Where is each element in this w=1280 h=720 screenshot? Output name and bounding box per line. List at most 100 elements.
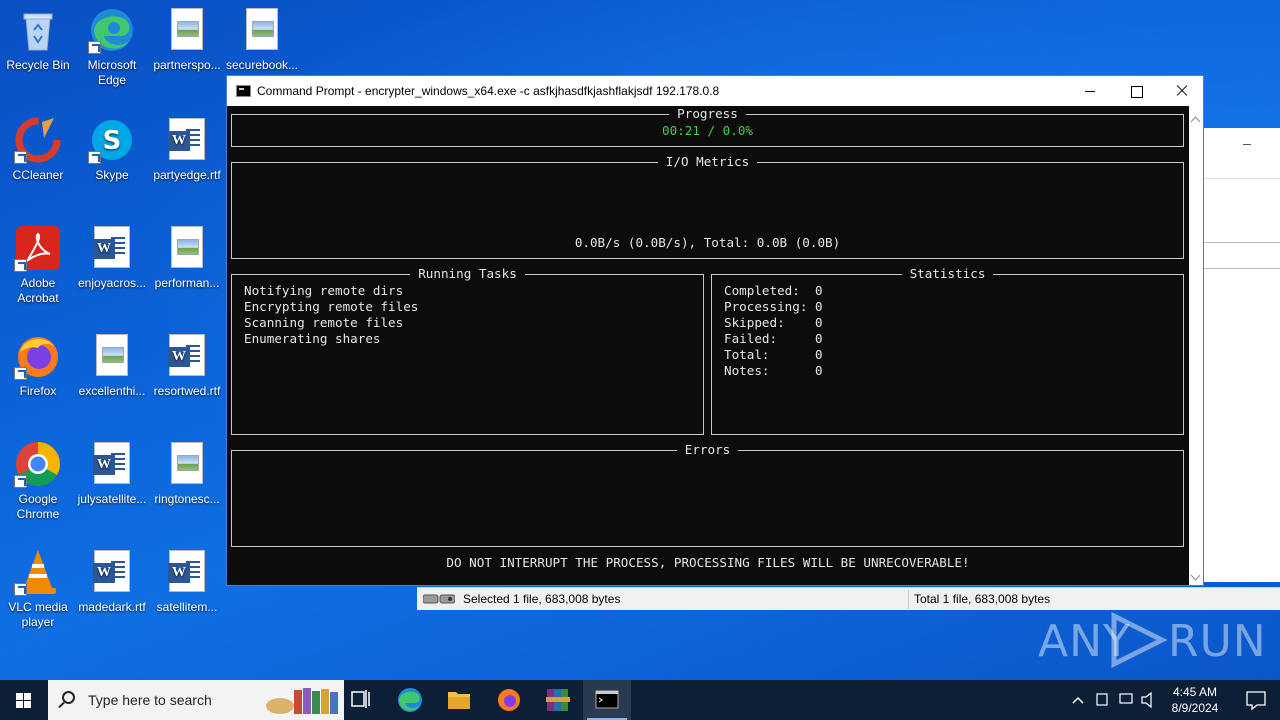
desktop-icon-edge[interactable]: Microsoft Edge	[74, 6, 150, 88]
word-file-icon: W	[163, 548, 211, 596]
desktop-icon-label: Microsoft Edge	[87, 58, 137, 87]
acrobat-icon	[14, 224, 62, 272]
edge-icon	[398, 688, 422, 712]
ccleaner-icon	[14, 116, 62, 164]
chrome-icon	[14, 440, 62, 488]
stat-row: Skipped: 0	[724, 315, 823, 330]
desktop-icon-label: madedark.rtf	[78, 600, 146, 614]
start-button[interactable]	[0, 680, 48, 720]
task-view-button[interactable]	[336, 680, 384, 720]
stats-title: Statistics	[901, 266, 994, 281]
errors-panel: Errors	[231, 442, 1184, 547]
word-file-icon: W	[88, 224, 136, 272]
clock-time: 4:45 AM	[1172, 685, 1218, 699]
desktop-icon-ccleaner[interactable]: CCleaner	[0, 116, 76, 183]
taskbar-file-explorer-button[interactable]	[435, 680, 483, 720]
taskbar-winrar-button[interactable]	[534, 680, 582, 720]
taskbar-search-box[interactable]: Type here to search	[48, 680, 344, 720]
taskbar: Type here to search 4:45 AM 8/9/2024	[0, 680, 1280, 720]
desktop-icon-label: CCleaner	[12, 168, 64, 182]
desktop-icon-satellitem[interactable]: W satellitem...	[149, 548, 225, 615]
desktop-icon-label: performan...	[154, 276, 220, 290]
window-title: Command Prompt - encrypter_windows_x64.e…	[257, 84, 720, 98]
desktop-icon-resortwed[interactable]: W resortwed.rtf	[149, 332, 225, 399]
task-view-icon	[351, 690, 370, 708]
minimize-icon[interactable]	[1243, 144, 1251, 145]
io-title: I/O Metrics	[657, 154, 758, 169]
scroll-thumb[interactable]	[1192, 122, 1200, 552]
taskbar-firefox-button[interactable]	[485, 680, 533, 720]
desktop-icon-excellenthi[interactable]: excellenthi...	[74, 332, 150, 399]
desktop-icon-ringtonesc[interactable]: ringtonesc...	[149, 440, 225, 507]
network-icon[interactable]	[1119, 693, 1133, 704]
desktop-icon-label: Adobe Acrobat	[17, 276, 59, 305]
stat-row: Failed: 0	[724, 331, 823, 346]
maximize-button[interactable]	[1113, 76, 1159, 106]
desktop-icon-julysatellite[interactable]: W julysatellite...	[74, 440, 150, 507]
desktop-icon-label: Skype	[95, 168, 129, 182]
desktop-icon-partnerspo[interactable]: partnerspo...	[149, 6, 225, 73]
desktop-icon-google-chrome[interactable]: Google Chrome	[0, 440, 76, 522]
desktop-icon-partyedge[interactable]: W partyedge.rtf	[149, 116, 225, 183]
desktop-icon-enjoyacros[interactable]: W enjoyacros...	[74, 224, 150, 291]
notification-center-button[interactable]	[1232, 680, 1280, 720]
console-output[interactable]: Progress 00:21 / 0.0% I/O Metrics 0.0B/s…	[227, 106, 1189, 585]
task-item: Notifying remote dirs	[244, 283, 404, 298]
explorer-status-bar: Selected 1 file, 683,008 bytes Total 1 f…	[417, 587, 1280, 610]
watermark-right: RUN	[1168, 616, 1267, 667]
desktop-icon-label: securebook...	[225, 58, 299, 72]
progress-value: 00:21 / 0.0%	[662, 123, 753, 138]
io-metrics-panel: I/O Metrics 0.0B/s (0.0B/s), Total: 0.0B…	[231, 154, 1184, 259]
desktop-icon-securebook[interactable]: securebook...	[224, 6, 300, 73]
desktop-icon-adobe-acrobat[interactable]: Adobe Acrobat	[0, 224, 76, 306]
minimize-button[interactable]	[1067, 76, 1113, 106]
image-file-icon	[163, 224, 211, 272]
desktop-icon-firefox[interactable]: Firefox	[0, 332, 76, 399]
folder-icon	[448, 692, 470, 709]
meet-now-icon[interactable]	[1096, 693, 1108, 706]
desktop-icon-label: Google Chrome	[16, 492, 60, 521]
tray-chevron-up-icon[interactable]	[1072, 696, 1084, 704]
volume-icon[interactable]	[1141, 691, 1152, 709]
image-file-icon	[88, 332, 136, 380]
winrar-icon	[546, 689, 570, 711]
desktop-icon-label: Recycle Bin	[6, 58, 70, 72]
notification-icon	[1246, 691, 1266, 711]
progress-title: Progress	[669, 106, 746, 121]
cmd-icon	[595, 690, 619, 709]
task-item: Scanning remote files	[244, 315, 404, 330]
taskbar-edge-button[interactable]	[386, 680, 434, 720]
word-file-icon: W	[163, 332, 211, 380]
desktop-icon-madedark[interactable]: W madedark.rtf	[74, 548, 150, 615]
image-file-icon	[238, 6, 286, 54]
desktop-icon-recycle-bin[interactable]: Recycle Bin	[0, 6, 76, 73]
edge-icon	[88, 6, 136, 54]
firefox-icon	[498, 689, 520, 711]
desktop-icon-label: resortwed.rtf	[153, 384, 221, 398]
desktop-icon-performan[interactable]: performan...	[149, 224, 225, 291]
running-tasks-panel: Running Tasks Notifying remote dirs Encr…	[231, 266, 704, 435]
desktop-icon-label: julysatellite...	[77, 492, 147, 506]
task-item: Enumerating shares	[244, 331, 381, 346]
skype-icon: S	[88, 116, 136, 164]
explorer-window-background	[1196, 128, 1280, 582]
word-file-icon: W	[88, 548, 136, 596]
stat-row: Processing: 0	[724, 299, 823, 314]
desktop-icon-label: VLC media player	[8, 600, 68, 629]
statistics-panel: Statistics Completed: 0 Processing: 0 Sk…	[711, 266, 1184, 435]
desktop-icon-vlc[interactable]: VLC media player	[0, 548, 76, 630]
taskbar-clock[interactable]: 4:45 AM 8/9/2024	[1160, 684, 1230, 716]
desktop-icon-label: Firefox	[19, 384, 57, 398]
anyrun-watermark: ANY RUN	[1038, 612, 1266, 668]
window-titlebar[interactable]: Command Prompt - encrypter_windows_x64.e…	[227, 76, 1203, 106]
command-prompt-window[interactable]: Command Prompt - encrypter_windows_x64.e…	[226, 75, 1204, 586]
vertical-scrollbar[interactable]	[1189, 106, 1203, 585]
recycle-bin-icon	[14, 6, 62, 54]
io-value: 0.0B/s (0.0B/s), Total: 0.0B (0.0B)	[574, 235, 841, 250]
word-file-icon: W	[88, 440, 136, 488]
close-button[interactable]	[1159, 76, 1205, 106]
desktop-icon-label: satellitem...	[156, 600, 218, 614]
desktop-icon-skype[interactable]: S Skype	[74, 116, 150, 183]
taskbar-cmd-button[interactable]	[583, 680, 631, 720]
scroll-down-arrow-icon[interactable]	[1190, 570, 1201, 581]
